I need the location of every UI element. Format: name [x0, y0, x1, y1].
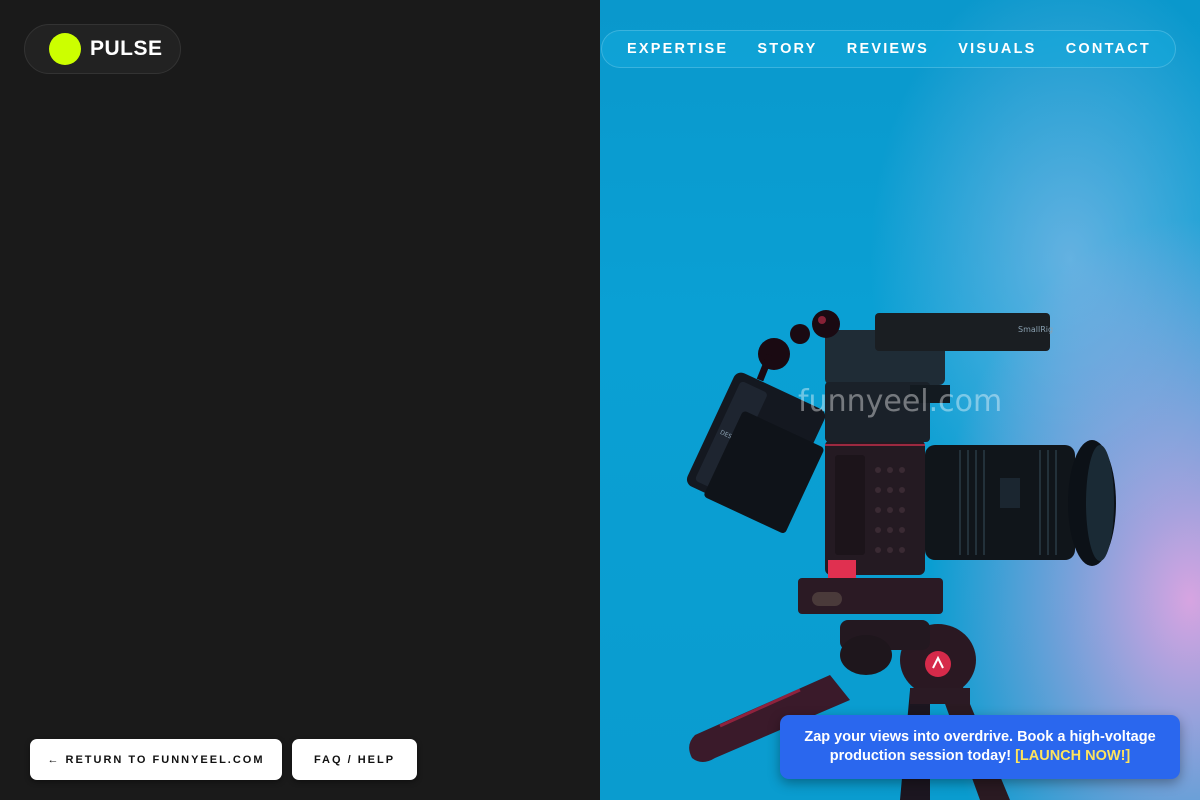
brand-logo[interactable]: PULSE [24, 24, 181, 74]
return-button[interactable]: ← RETURN TO FUNNYEEL.COM [30, 739, 282, 780]
nav-link-expertise[interactable]: EXPERTISE [627, 41, 728, 57]
main-nav: EXPERTISE STORY REVIEWS VISUALS CONTACT [601, 30, 1176, 68]
watermark-text: funnyeel.com [798, 384, 1003, 419]
nav-link-reviews[interactable]: REVIEWS [847, 41, 929, 57]
promo-cta-link[interactable]: [LAUNCH NOW!] [1015, 748, 1130, 764]
brand-dot-icon [49, 33, 81, 65]
left-dark-panel [0, 0, 600, 800]
nav-link-contact[interactable]: CONTACT [1066, 41, 1151, 57]
promo-banner[interactable]: Zap your views into overdrive. Book a hi… [780, 715, 1180, 779]
faq-button[interactable]: FAQ / HELP [292, 739, 417, 780]
promo-text: Zap your views into overdrive. Book a hi… [796, 728, 1164, 767]
brand-name: PULSE [90, 37, 163, 60]
nav-link-visuals[interactable]: VISUALS [958, 41, 1036, 57]
mic-brand-label: SmallRig [1018, 325, 1053, 334]
nav-link-story[interactable]: STORY [757, 41, 817, 57]
